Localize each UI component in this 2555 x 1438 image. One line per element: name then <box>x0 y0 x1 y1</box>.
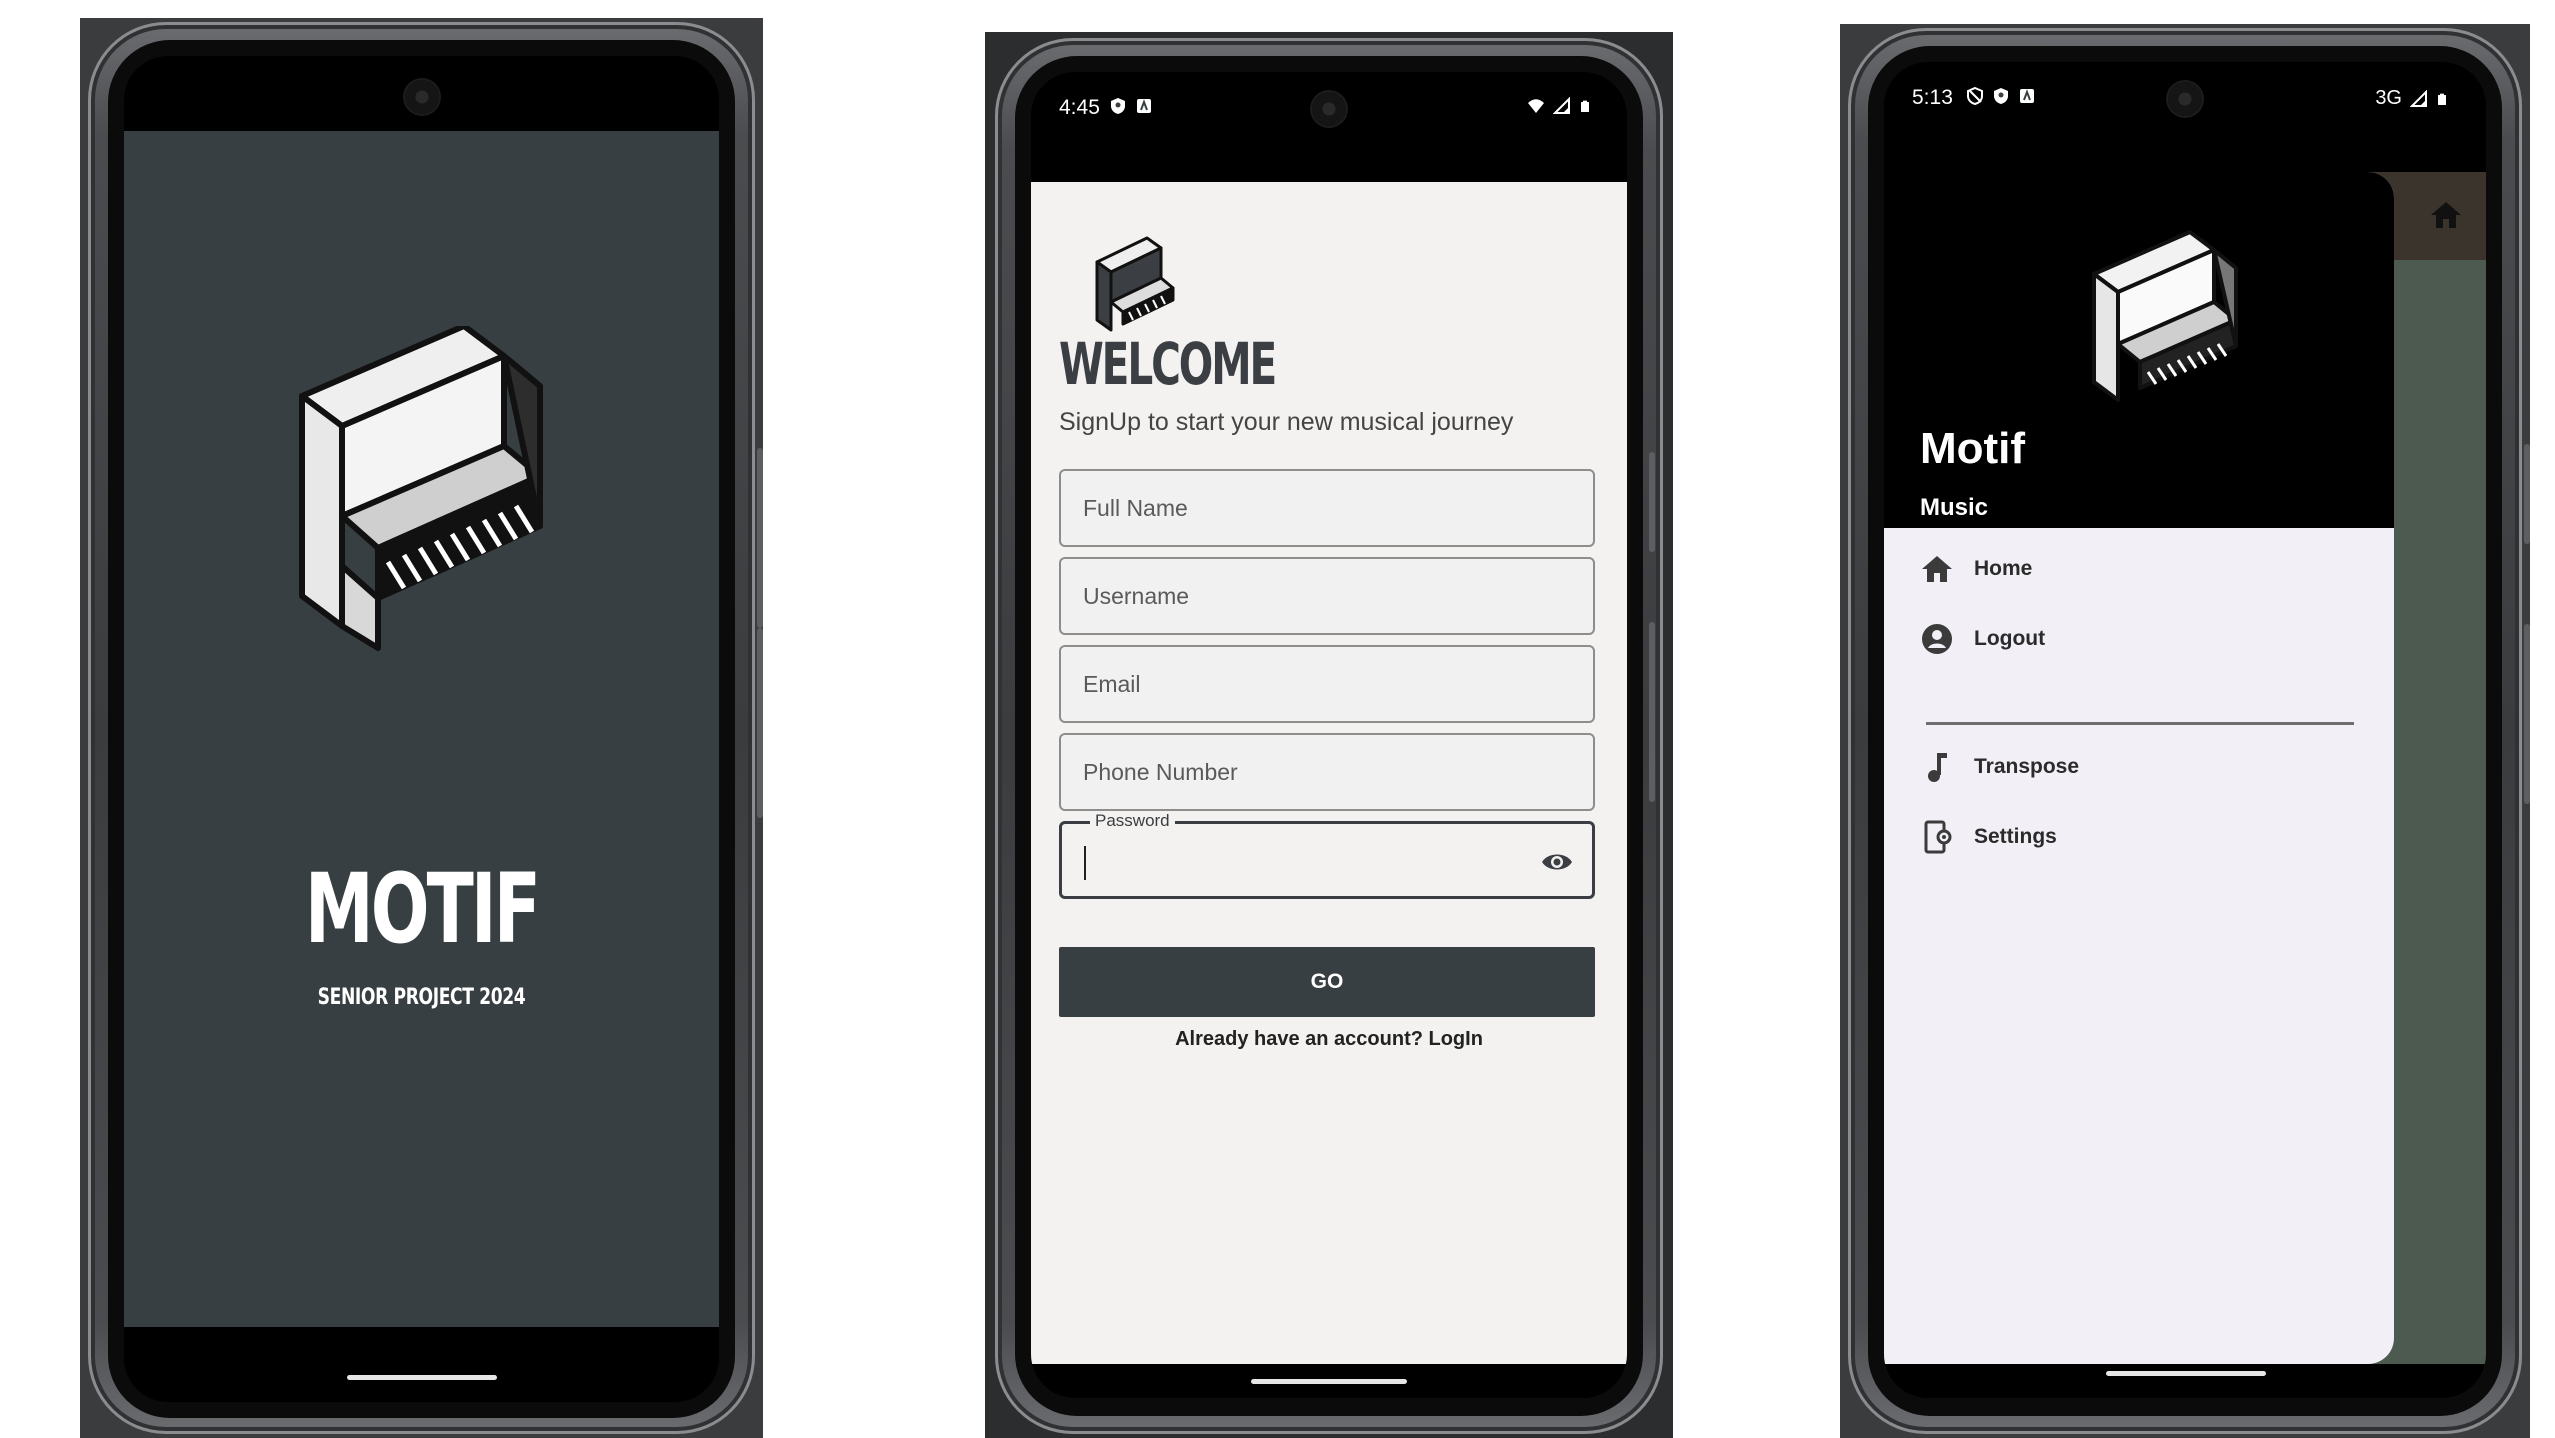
drawer-divider <box>1926 722 2354 725</box>
gesture-bar <box>347 1375 497 1380</box>
password-label: Password <box>1090 811 1175 831</box>
password-field[interactable]: Password <box>1059 811 1595 899</box>
network-type: 3G <box>2375 87 2402 109</box>
full-name-placeholder: Full Name <box>1083 495 1188 521</box>
status-bar: 5:13 3G <box>1884 62 2486 137</box>
drawer-item-settings[interactable]: Settings <box>1920 812 2057 862</box>
gesture-bar <box>1251 1379 1407 1384</box>
volume-button <box>757 628 763 818</box>
status-bar: 4:45 <box>1031 72 1627 147</box>
home-icon[interactable] <box>2430 200 2462 230</box>
drawer-screen: 5:13 3G Motif Music Home Logout Transpos… <box>1884 62 2486 1398</box>
drawer-subtitle: Music <box>1920 494 1989 521</box>
account-circle-icon <box>1922 624 1952 654</box>
drawer-item-label: Transpose <box>1974 755 2080 778</box>
eye-icon[interactable] <box>1540 848 1574 876</box>
status-left-icons <box>1966 87 2036 105</box>
drawer-item-home[interactable]: Home <box>1920 544 2032 594</box>
status-right-icons: 3G <box>2375 87 2448 110</box>
status-time: 4:45 <box>1059 96 1100 119</box>
front-camera <box>405 80 439 114</box>
piano-icon <box>2092 230 2238 402</box>
drawer-header: Motif Music <box>1884 172 2394 528</box>
email-field[interactable]: Email <box>1059 645 1595 723</box>
signup-form: WELCOME SignUp to start your new musical… <box>1031 182 1627 1364</box>
power-button <box>757 448 763 628</box>
go-button[interactable]: GO <box>1059 947 1595 1017</box>
battery-icon <box>2438 93 2446 105</box>
phone-number-field[interactable]: Phone Number <box>1059 733 1595 811</box>
signal-icon <box>2410 89 2427 107</box>
volume-button <box>2524 624 2530 804</box>
status-right-icons <box>1527 97 1591 115</box>
front-camera <box>1312 92 1346 126</box>
phone-placeholder: Phone Number <box>1083 759 1238 785</box>
music-note-icon <box>1928 753 1947 782</box>
drawer-item-label: Settings <box>1974 825 2057 848</box>
settings-phone-icon <box>1924 820 1952 854</box>
gesture-bar <box>2106 1371 2266 1376</box>
power-button <box>2524 444 2530 544</box>
text-cursor <box>1084 846 1086 880</box>
home-icon <box>1922 556 1952 582</box>
splash-phone: MOTIF SENIOR PROJECT 2024 <box>80 18 763 1438</box>
username-placeholder: Username <box>1083 583 1190 609</box>
volume-button <box>1649 622 1655 802</box>
vpn-shield-icon <box>1967 87 1983 105</box>
signal-icon <box>1553 97 1570 114</box>
splash-screen: MOTIF SENIOR PROJECT 2024 <box>124 56 719 1402</box>
a-icon <box>2020 89 2034 103</box>
drawer-item-label: Logout <box>1974 627 2046 650</box>
drawer-item-logout[interactable]: Logout <box>1920 614 2045 664</box>
shield-icon <box>1994 88 2008 104</box>
signup-phone: 4:45 WELCOME SignUp to start your new mu… <box>985 32 1673 1438</box>
a-icon <box>1137 99 1151 113</box>
full-name-field[interactable]: Full Name <box>1059 469 1595 547</box>
shield-icon <box>1111 98 1125 114</box>
welcome-subheading: SignUp to start your new musical journey <box>1059 408 1514 436</box>
wifi-icon <box>1528 99 1544 113</box>
power-button <box>1649 452 1655 552</box>
welcome-heading: WELCOME <box>1059 330 1277 398</box>
status-left-icons <box>1109 97 1153 115</box>
piano-icon <box>299 326 543 651</box>
drawer-item-transpose[interactable]: Transpose <box>1920 742 2079 792</box>
splash-title: MOTIF <box>304 853 541 965</box>
drawer-phone: 5:13 3G Motif Music Home Logout Transpos… <box>1840 24 2530 1438</box>
drawer-item-label: Home <box>1974 557 2033 580</box>
login-link[interactable]: Already have an account? LogIn <box>1031 1028 1627 1051</box>
battery-icon <box>1581 100 1589 112</box>
splash-background: MOTIF SENIOR PROJECT 2024 <box>124 131 719 1327</box>
signup-screen: 4:45 WELCOME SignUp to start your new mu… <box>1031 72 1627 1398</box>
email-placeholder: Email <box>1083 671 1141 697</box>
drawer-title: Motif <box>1920 424 2026 473</box>
piano-icon <box>1095 236 1175 332</box>
navigation-drawer: Motif Music Home Logout Transpose Settin… <box>1884 172 2394 1364</box>
username-field[interactable]: Username <box>1059 557 1595 635</box>
front-camera <box>2168 82 2202 116</box>
status-time: 5:13 <box>1912 86 1953 109</box>
splash-subtitle: SENIOR PROJECT 2024 <box>317 985 526 1010</box>
